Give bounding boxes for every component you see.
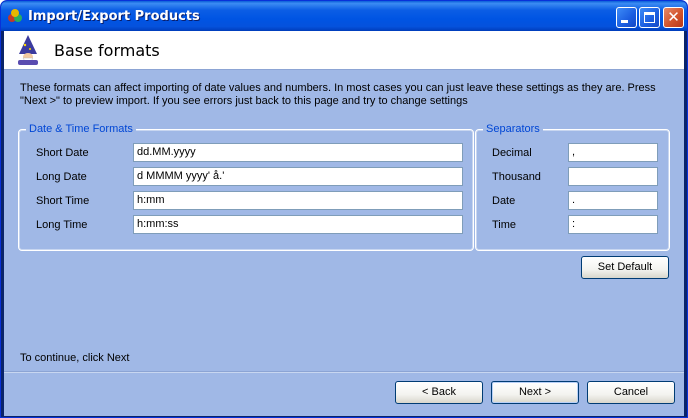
close-button[interactable]: ✕ xyxy=(663,7,684,28)
maximize-icon xyxy=(644,12,655,23)
wizard-header: Base formats xyxy=(4,31,684,70)
long-time-input[interactable]: h:mm:ss xyxy=(133,215,463,234)
wizard-icon xyxy=(18,35,38,65)
back-button[interactable]: < Back xyxy=(395,381,483,404)
datetime-formats-legend: Date & Time Formats xyxy=(26,123,136,135)
decimal-input[interactable]: , xyxy=(568,143,658,162)
minimize-button[interactable] xyxy=(616,7,637,28)
import-export-window: Import/Export Products ✕ Base formats Th… xyxy=(0,0,688,418)
long-date-input[interactable]: d MMMM yyyy' å.' xyxy=(133,167,463,186)
window-title: Import/Export Products xyxy=(28,9,200,24)
decimal-label: Decimal xyxy=(492,147,532,159)
minimize-icon xyxy=(621,20,628,23)
app-icon xyxy=(8,9,22,22)
short-time-label: Short Time xyxy=(36,195,90,207)
long-date-label: Long Date xyxy=(36,171,87,183)
short-date-input[interactable]: dd.MM.yyyy xyxy=(133,143,463,162)
next-button[interactable]: Next > xyxy=(491,381,579,404)
continue-hint: To continue, click Next xyxy=(20,352,130,364)
set-default-button[interactable]: Set Default xyxy=(581,256,669,279)
cancel-button[interactable]: Cancel xyxy=(587,381,675,404)
title-bar[interactable]: Import/Export Products ✕ xyxy=(1,1,687,31)
datetime-formats-group: Date & Time Formats Short Date dd.MM.yyy… xyxy=(18,123,474,251)
wizard-client-area: Base formats These formats can affect im… xyxy=(4,31,684,416)
maximize-button[interactable] xyxy=(639,7,660,28)
separators-legend: Separators xyxy=(483,123,543,135)
page-title: Base formats xyxy=(54,41,160,60)
date-separator-label: Date xyxy=(492,195,516,207)
short-time-input[interactable]: h:mm xyxy=(133,191,463,210)
description-text: These formats can affect importing of da… xyxy=(20,82,656,107)
time-separator-input[interactable]: : xyxy=(568,215,658,234)
short-date-label: Short Date xyxy=(36,147,89,159)
date-separator-input[interactable]: . xyxy=(568,191,658,210)
long-time-label: Long Time xyxy=(36,219,88,231)
thousand-label: Thousand xyxy=(492,171,541,183)
thousand-input[interactable] xyxy=(568,167,658,186)
close-icon: ✕ xyxy=(667,8,680,26)
time-separator-label: Time xyxy=(492,219,517,231)
footer-divider-highlight xyxy=(4,372,684,373)
separators-group: Separators Decimal , Thousand Date . Tim… xyxy=(475,123,670,251)
